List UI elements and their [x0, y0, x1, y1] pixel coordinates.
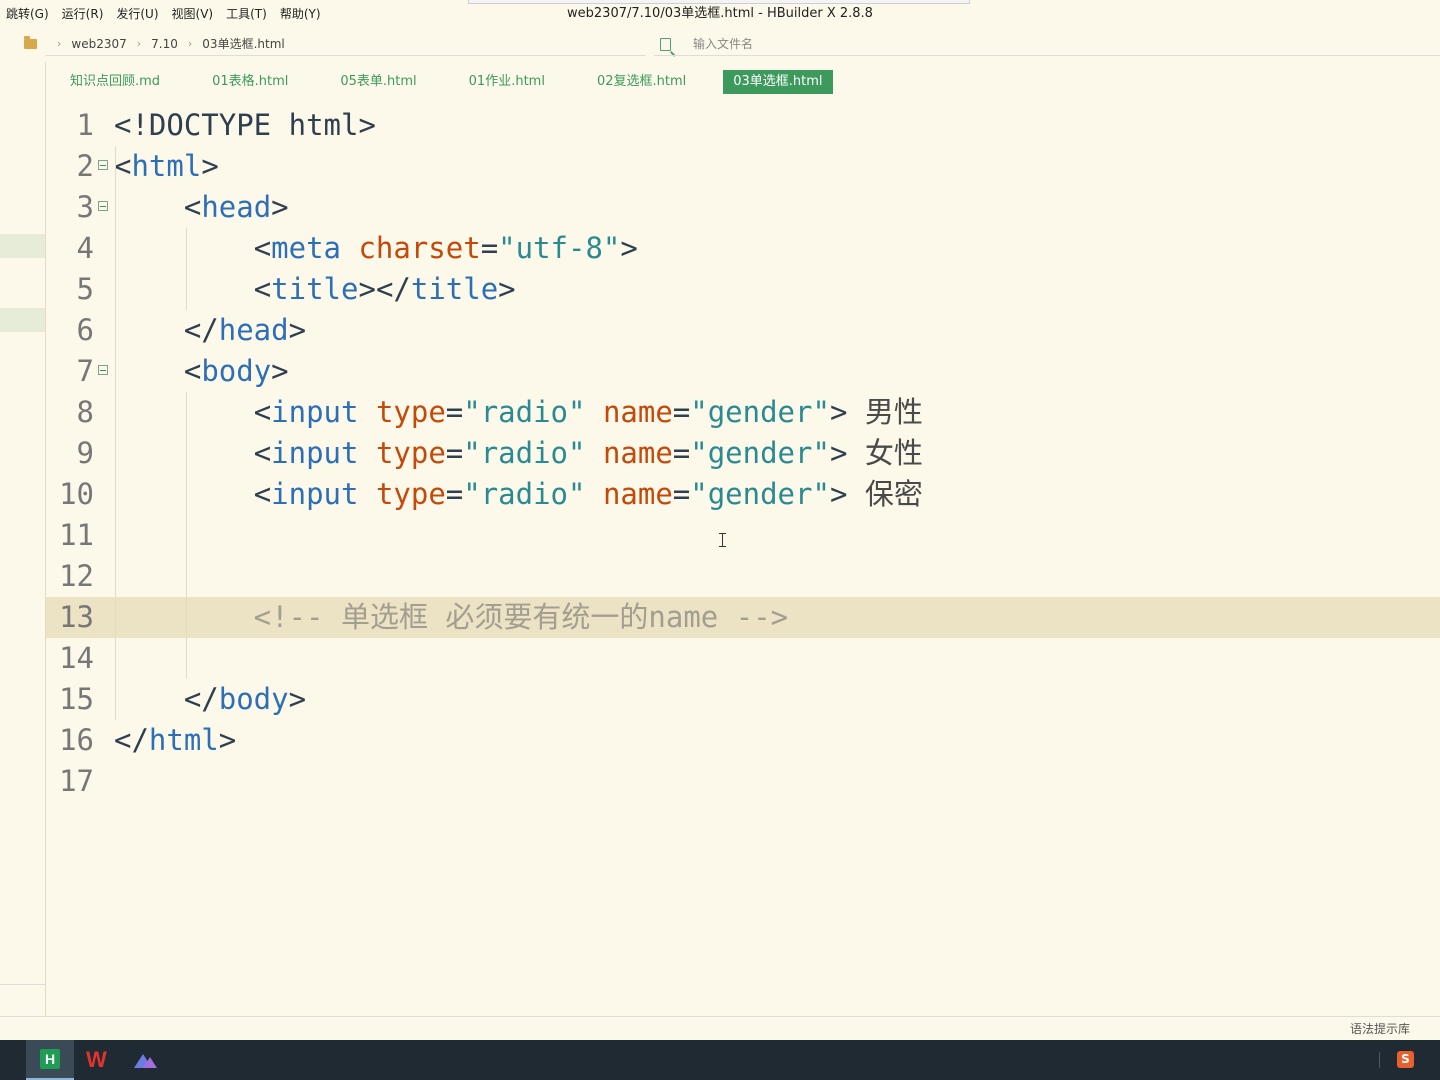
- code-line-12[interactable]: 12: [46, 556, 1440, 597]
- code-text[interactable]: <input type="radio" name="gender"> 男性: [114, 392, 923, 433]
- mountain-app-icon: [133, 1050, 159, 1070]
- code-line-17[interactable]: 17: [46, 761, 1440, 802]
- menu-items: 跳转(G) 运行(R) 发行(U) 视图(V) 工具(T) 帮助(Y): [6, 0, 334, 28]
- line-number[interactable]: 3: [46, 187, 94, 228]
- line-number[interactable]: 15: [46, 679, 94, 720]
- code-line-1[interactable]: 1 <!DOCTYPE html>: [46, 105, 1440, 146]
- code-text[interactable]: <html>: [114, 146, 219, 187]
- code-line-2[interactable]: 2 <html>: [46, 146, 1440, 187]
- change-marker: [0, 308, 45, 332]
- line-number[interactable]: 2: [46, 146, 94, 187]
- taskbar: H W S: [0, 1040, 1440, 1080]
- wps-icon: W: [86, 1047, 107, 1072]
- menu-help[interactable]: 帮助(Y): [280, 0, 321, 28]
- line-number[interactable]: 4: [46, 228, 94, 269]
- panel-divider: [0, 984, 45, 985]
- code-line-6[interactable]: 6 </head>: [46, 310, 1440, 351]
- breadcrumb-folder[interactable]: 7.10: [151, 30, 178, 58]
- breadcrumb-file[interactable]: 03单选框.html: [202, 30, 284, 58]
- status-bar: 语法提示库: [0, 1016, 1440, 1041]
- code-text[interactable]: <!DOCTYPE html>: [114, 105, 376, 146]
- fold-toggle-icon[interactable]: [98, 365, 108, 375]
- line-number[interactable]: 13: [46, 597, 94, 638]
- menu-goto[interactable]: 跳转(G): [6, 0, 49, 28]
- tray-divider: [1379, 1052, 1380, 1068]
- line-number[interactable]: 12: [46, 556, 94, 597]
- code-editor[interactable]: 1 <!DOCTYPE html> 2 <html> 3 <head> 4 <meta c…: [46, 105, 1440, 805]
- sogou-ime-icon[interactable]: S: [1397, 1051, 1414, 1068]
- menu-publish[interactable]: 发行(U): [116, 0, 158, 28]
- indent-guide: [186, 228, 187, 310]
- line-number[interactable]: 9: [46, 433, 94, 474]
- code-text[interactable]: <head>: [114, 187, 289, 228]
- code-line-5[interactable]: 5 <title></title>: [46, 269, 1440, 310]
- code-line-4[interactable]: 4 <meta charset="utf-8">: [46, 228, 1440, 269]
- chevron-right-icon: ›: [187, 37, 193, 50]
- file-search: [660, 30, 895, 58]
- taskbar-app[interactable]: [122, 1040, 170, 1080]
- taskbar-hbuilder[interactable]: H: [26, 1040, 74, 1080]
- fold-toggle-icon[interactable]: [98, 160, 108, 170]
- chevron-right-icon: ›: [136, 37, 142, 50]
- indent-guide: [186, 392, 187, 679]
- menu-tools[interactable]: 工具(T): [226, 0, 267, 28]
- code-line-13[interactable]: 13 <!-- 单选框 必须要有统一的name -->: [46, 597, 1440, 638]
- line-number[interactable]: 1: [46, 105, 94, 146]
- tab-knowledge-review[interactable]: 知识点回顾.md: [60, 70, 170, 94]
- breadcrumb: › web2307 › 7.10 › 03单选框.html: [24, 30, 285, 58]
- breadcrumb-divider: [46, 55, 646, 56]
- code-text[interactable]: </html>: [114, 720, 236, 761]
- code-line-16[interactable]: 16 </html>: [46, 720, 1440, 761]
- code-text[interactable]: </head>: [114, 310, 306, 351]
- tab-01-homework[interactable]: 01作业.html: [459, 70, 555, 94]
- menu-bar: web2307/7.10/03单选框.html - HBuilder X 2.8…: [0, 0, 1440, 28]
- tab-01-table[interactable]: 01表格.html: [202, 70, 298, 94]
- code-line-10[interactable]: 10 <input type="radio" name="gender"> 保密: [46, 474, 1440, 515]
- fold-toggle-icon[interactable]: [98, 201, 108, 211]
- tab-05-form[interactable]: 05表单.html: [330, 70, 426, 94]
- taskbar-wps[interactable]: W: [74, 1040, 122, 1080]
- code-text[interactable]: <input type="radio" name="gender"> 女性: [114, 433, 923, 474]
- code-line-7[interactable]: 7 <body>: [46, 351, 1440, 392]
- code-text[interactable]: <input type="radio" name="gender"> 保密: [114, 474, 923, 515]
- hbuilder-icon: H: [40, 1049, 60, 1069]
- code-text[interactable]: </body>: [114, 679, 306, 720]
- line-number[interactable]: 16: [46, 720, 94, 761]
- text-cursor-icon: [719, 533, 726, 547]
- code-line-3[interactable]: 3 <head>: [46, 187, 1440, 228]
- code-line-15[interactable]: 15 </body>: [46, 679, 1440, 720]
- line-number[interactable]: 8: [46, 392, 94, 433]
- menu-run[interactable]: 运行(R): [62, 0, 104, 28]
- chevron-right-icon: ›: [57, 37, 62, 50]
- line-number[interactable]: 10: [46, 474, 94, 515]
- tab-03-radio[interactable]: 03单选框.html: [723, 70, 833, 94]
- left-gutter-panel: [0, 62, 46, 1016]
- line-number[interactable]: 11: [46, 515, 94, 556]
- code-line-14[interactable]: 14: [46, 638, 1440, 679]
- code-line-11[interactable]: 11: [46, 515, 1440, 556]
- editor-tabs: 知识点回顾.md 01表格.html 05表单.html 01作业.html 0…: [60, 70, 865, 94]
- code-text[interactable]: <body>: [114, 351, 289, 392]
- line-number[interactable]: 14: [46, 638, 94, 679]
- code-text[interactable]: <!-- 单选框 必须要有统一的name -->: [114, 597, 788, 638]
- code-line-8[interactable]: 8 <input type="radio" name="gender"> 男性: [46, 392, 1440, 433]
- line-number[interactable]: 7: [46, 351, 94, 392]
- code-text[interactable]: <meta charset="utf-8">: [114, 228, 638, 269]
- folder-icon[interactable]: [24, 36, 37, 49]
- file-search-icon[interactable]: [660, 37, 671, 51]
- breadcrumb-project[interactable]: web2307: [71, 30, 126, 58]
- indent-guide: [114, 146, 116, 720]
- line-number[interactable]: 17: [46, 761, 94, 802]
- tab-02-checkbox[interactable]: 02复选框.html: [587, 70, 696, 94]
- change-marker: [0, 234, 45, 258]
- file-search-input[interactable]: [691, 36, 895, 52]
- syntax-hint-library[interactable]: 语法提示库: [1350, 1017, 1410, 1041]
- line-number[interactable]: 6: [46, 310, 94, 351]
- file-search-divider: [654, 55, 1440, 56]
- menu-view[interactable]: 视图(V): [172, 0, 214, 28]
- code-line-9[interactable]: 9 <input type="radio" name="gender"> 女性: [46, 433, 1440, 474]
- line-number[interactable]: 5: [46, 269, 94, 310]
- code-text[interactable]: <title></title>: [114, 269, 516, 310]
